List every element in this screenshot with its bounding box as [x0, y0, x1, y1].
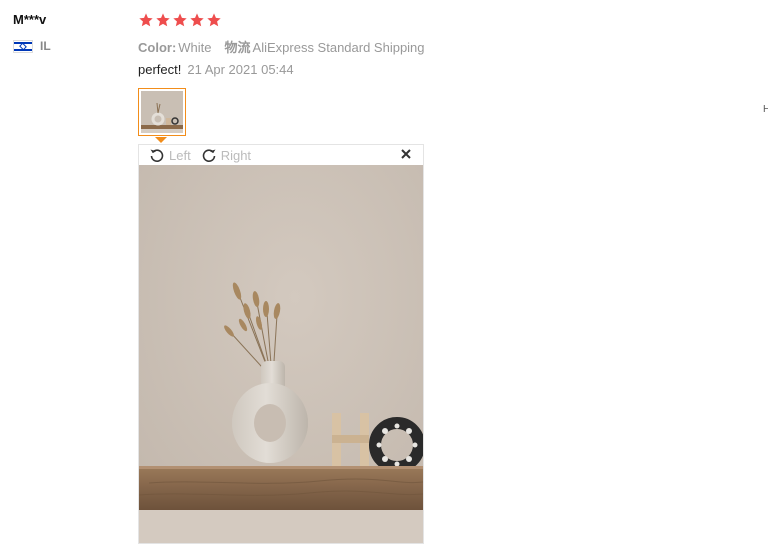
- review-meta: Color: White 物流 AliExpress Standard Shippin…: [138, 37, 425, 56]
- star-icon: [155, 12, 171, 28]
- star-icon: [138, 12, 154, 28]
- thumbnail-pointer: [155, 137, 167, 143]
- rotate-left-button[interactable]: Left: [149, 147, 191, 163]
- star-icon: [172, 12, 188, 28]
- star-rating: [138, 12, 222, 28]
- shipping-value: AliExpress Standard Shipping: [252, 40, 425, 55]
- star-icon: [206, 12, 222, 28]
- rotate-right-button[interactable]: Right: [201, 147, 251, 163]
- rotate-left-icon: [150, 149, 164, 162]
- thumbnail-image: [141, 91, 183, 133]
- rotate-left-label: Left: [169, 147, 191, 163]
- review-photo-large: [139, 165, 423, 543]
- shipping-label: 物流: [224, 40, 251, 55]
- viewer-toolbar: Left Right: [139, 145, 423, 165]
- review-photo-thumbnail[interactable]: [138, 88, 186, 136]
- rotate-right-icon: [202, 149, 216, 162]
- photo-viewer: Left Right: [138, 144, 424, 544]
- close-icon: [401, 149, 411, 159]
- star-icon: [189, 12, 205, 28]
- reviewer-name: M***v: [13, 12, 47, 27]
- country-code: IL: [40, 39, 51, 53]
- review-date: 21 Apr 2021 05:44: [187, 62, 294, 77]
- reviewer-country: IL: [13, 39, 51, 53]
- israel-flag-icon: [13, 39, 33, 53]
- color-value: White: [178, 40, 212, 55]
- side-text: H: [763, 104, 768, 115]
- close-button[interactable]: [399, 147, 413, 161]
- review-body: perfect! 21 Apr 2021 05:44: [138, 62, 294, 77]
- rotate-right-label: Right: [220, 147, 252, 163]
- review-text: perfect!: [138, 62, 182, 77]
- color-label: Color:: [138, 40, 177, 55]
